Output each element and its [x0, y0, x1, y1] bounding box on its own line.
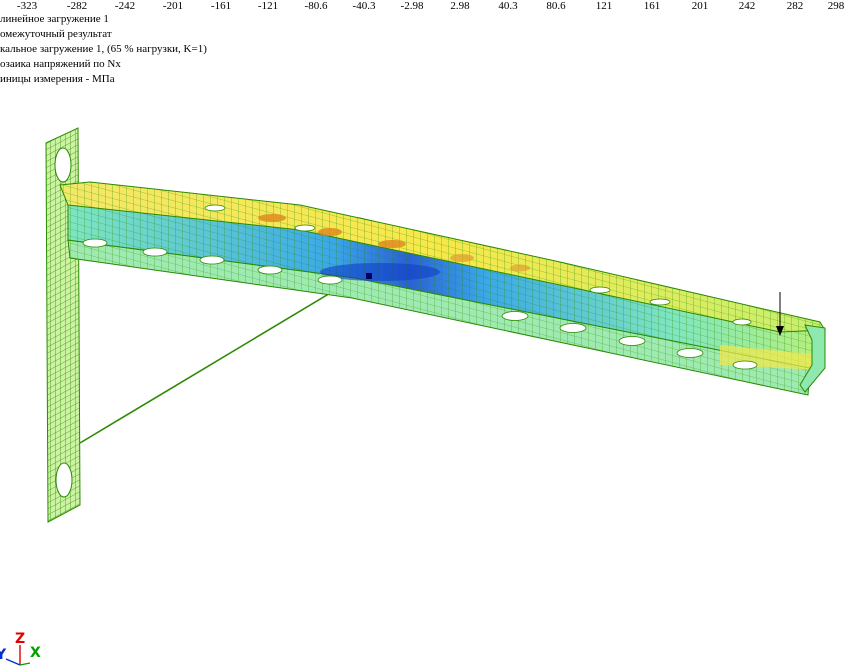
- coordinate-axes: Z X Y: [0, 617, 50, 667]
- cantilever-beam: [59, 181, 826, 396]
- axis-y-label: Y: [0, 647, 7, 663]
- axis-x-label: X: [30, 645, 41, 661]
- axis-z-label: Z: [15, 631, 26, 647]
- fem-model-viewport[interactable]: [0, 0, 853, 667]
- diagonal-strut: [79, 279, 353, 444]
